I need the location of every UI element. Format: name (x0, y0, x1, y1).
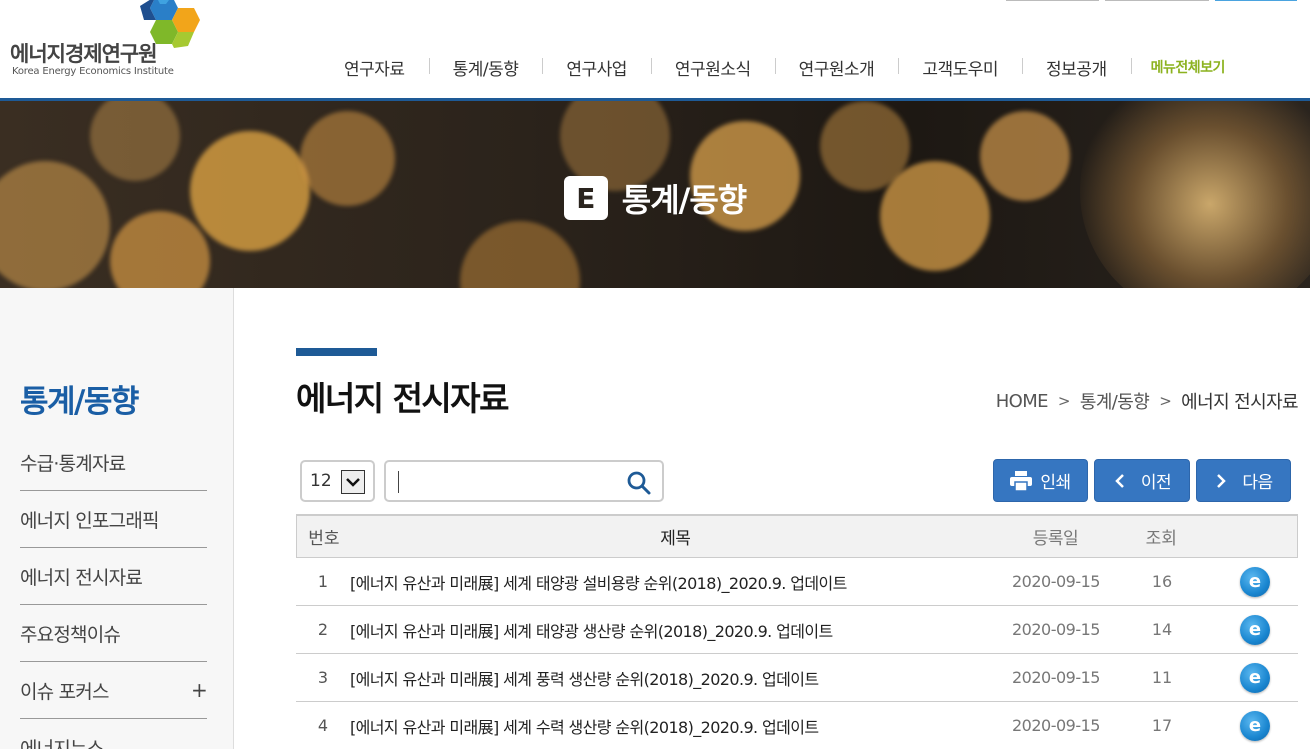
page-title: 에너지 전시자료 (296, 379, 510, 418)
ebook-e-icon[interactable]: e (1240, 662, 1270, 693)
row-views: 14 (1151, 620, 1173, 639)
search-icon[interactable] (626, 470, 652, 496)
row-title-link[interactable]: [에너지 유산과 미래展] 세계 수력 생산량 순위(2018)_2020.9.… (350, 714, 1000, 738)
row-title-link[interactable]: [에너지 유산과 미래展] 세계 태양광 설비용량 순위(2018)_2020.… (350, 570, 1000, 594)
sidebar-item-policy-issues[interactable]: 주요정책이슈 (20, 605, 207, 662)
sidebar-item-supply-statistics[interactable]: 수급·통계자료 (20, 434, 207, 491)
next-button[interactable]: 다음 (1196, 459, 1291, 502)
row-title-link[interactable]: [에너지 유산과 미래展] 세계 태양광 생산량 순위(2018)_2020.9… (350, 618, 1000, 642)
print-button-label: 인쇄 (1040, 473, 1071, 492)
prev-button[interactable]: 이전 (1094, 459, 1190, 502)
breadcrumb-level1[interactable]: 통계/동향 (1080, 388, 1150, 414)
column-header-date: 등록일 (1032, 529, 1079, 549)
row-date: 2020-09-15 (1012, 620, 1100, 639)
ebook-e-icon[interactable]: e (1240, 614, 1270, 645)
e-logo-icon: E (563, 176, 608, 220)
chevron-right-icon (1217, 473, 1227, 488)
next-button-label: 다음 (1242, 473, 1273, 492)
chevron-left-icon (1115, 473, 1124, 488)
logo-korean-name: 에너지경제연구원 (10, 42, 158, 66)
title-accent-bar (296, 348, 377, 356)
table-header: 번호 제목 등록일 조회 (296, 514, 1298, 558)
breadcrumb-home[interactable]: HOME (996, 391, 1049, 412)
row-number: 4 (317, 716, 329, 735)
breadcrumb-current: 에너지 전시자료 (1181, 392, 1298, 413)
top-utility-bars (1006, 0, 1297, 2)
sidebar-item-label: 에너지뉴스 (20, 737, 104, 749)
site-header: 에너지경제연구원 Korea Energy Economics Institut… (0, 0, 1310, 101)
printer-icon (1010, 470, 1033, 491)
row-date: 2020-09-15 (1012, 716, 1100, 735)
column-header-num: 번호 (308, 529, 340, 549)
row-date: 2020-09-15 (1012, 572, 1100, 591)
column-header-title: 제목 (660, 529, 691, 549)
logo-english-name: Korea Energy Economics Institute (12, 66, 174, 77)
column-header-views: 조회 (1145, 529, 1177, 549)
row-views: 16 (1151, 572, 1173, 591)
ebook-e-icon[interactable]: e (1240, 566, 1270, 597)
section-banner: E 통계/동향 (0, 101, 1310, 288)
breadcrumb: HOME > 통계/동향 > 에너지 전시자료 (996, 388, 1299, 414)
ebook-e-icon[interactable]: e (1240, 710, 1270, 741)
gnb-item-disclosure[interactable]: 정보공개 (1022, 55, 1131, 80)
site-logo[interactable]: 에너지경제연구원 Korea Energy Economics Institut… (10, 0, 210, 90)
table-row: 1 [에너지 유산과 미래展] 세계 태양광 설비용량 순위(2018)_202… (296, 558, 1298, 606)
sidebar-item-label: 수급·통계자료 (20, 452, 126, 475)
gnb-item-projects[interactable]: 연구사업 (542, 55, 651, 80)
row-number: 2 (317, 620, 329, 639)
chevron-down-icon[interactable] (341, 470, 365, 494)
print-button[interactable]: 인쇄 (993, 459, 1088, 502)
row-views: 17 (1151, 716, 1173, 735)
banner-title: E 통계/동향 (0, 175, 1310, 221)
banner-bokeh (110, 211, 210, 288)
sidebar-item-infographic[interactable]: 에너지 인포그래픽 (20, 491, 207, 548)
banner-bokeh (460, 221, 580, 288)
prev-button-label: 이전 (1140, 473, 1172, 492)
expand-plus-icon[interactable]: + (191, 678, 208, 702)
search-input[interactable] (384, 460, 664, 502)
row-title-link[interactable]: [에너지 유산과 미래展] 세계 풍력 생산량 순위(2018)_2020.9.… (350, 666, 1000, 690)
gnb-item-news[interactable]: 연구원소식 (650, 55, 775, 80)
row-views: 11 (1151, 668, 1173, 687)
sidebar-item-label: 에너지 인포그래픽 (20, 509, 159, 532)
sidebar-item-label: 주요정책이슈 (20, 623, 121, 646)
breadcrumb-separator: > (1159, 392, 1172, 410)
gnb-item-about[interactable]: 연구원소개 (774, 55, 899, 80)
banner-title-text: 통계/동향 (621, 181, 747, 219)
row-date: 2020-09-15 (1012, 668, 1100, 687)
global-navigation: 연구자료 통계/동향 연구사업 연구원소식 연구원소개 고객도우미 정보공개 메… (320, 54, 1225, 80)
sidebar-menu: 수급·통계자료 에너지 인포그래픽 에너지 전시자료 주요정책이슈 이슈 포커스… (20, 434, 208, 749)
all-menu-link[interactable]: 메뉴전체보기 (1130, 57, 1225, 77)
sidebar-item-label: 이슈 포커스 (20, 680, 109, 703)
banner-bokeh (90, 101, 180, 181)
table-row: 4 [에너지 유산과 미래展] 세계 수력 생산량 순위(2018)_2020.… (296, 702, 1298, 749)
sidebar-item-issue-focus[interactable]: 이슈 포커스 + (20, 662, 208, 719)
sidebar: 통계/동향 수급·통계자료 에너지 인포그래픽 에너지 전시자료 주요정책이슈 … (0, 288, 234, 749)
gnb-item-research[interactable]: 연구자료 (320, 55, 429, 80)
table-row: 2 [에너지 유산과 미래展] 세계 태양광 생산량 순위(2018)_2020… (296, 606, 1298, 654)
sidebar-item-label: 에너지 전시자료 (20, 566, 143, 589)
page-size-select[interactable]: 12 (300, 460, 375, 502)
gnb-item-statistics[interactable]: 통계/동향 (428, 55, 543, 80)
row-number: 3 (317, 668, 329, 687)
sidebar-title: 통계/동향 (20, 384, 139, 420)
sidebar-item-energy-news[interactable]: 에너지뉴스 (20, 719, 207, 749)
gnb-item-support[interactable]: 고객도우미 (898, 55, 1022, 80)
row-number: 1 (317, 572, 329, 591)
table-row: 3 [에너지 유산과 미래展] 세계 풍력 생산량 순위(2018)_2020.… (296, 654, 1298, 702)
page-size-value: 12 (310, 471, 332, 491)
sidebar-item-exhibition[interactable]: 에너지 전시자료 (20, 548, 207, 605)
breadcrumb-separator: > (1057, 392, 1071, 410)
exhibition-table: 번호 제목 등록일 조회 1 [에너지 유산과 미래展] 세계 태양광 설비용량… (296, 514, 1298, 749)
search-text-caret (398, 471, 399, 493)
